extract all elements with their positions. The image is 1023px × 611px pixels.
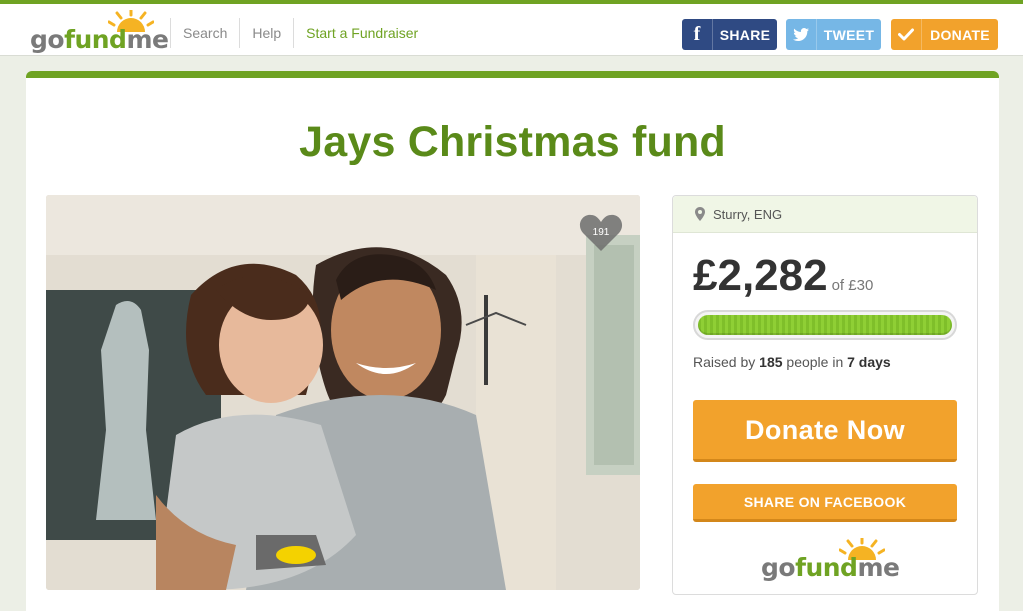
location-text: Sturry, ENG bbox=[713, 206, 783, 222]
donate-label: DONATE bbox=[930, 26, 990, 43]
checkmark-icon bbox=[891, 19, 922, 50]
facebook-icon: f bbox=[682, 19, 713, 50]
goal-amount: of £30 bbox=[831, 277, 874, 294]
logo-wordmark: gofundme bbox=[761, 553, 900, 582]
amount-raised: £2,282 of £30 bbox=[693, 254, 873, 298]
nav-start-fundraiser[interactable]: Start a Fundraiser bbox=[293, 18, 430, 48]
gofundme-logo-bottom: gofundme bbox=[761, 538, 900, 584]
nav-search[interactable]: Search bbox=[170, 18, 239, 48]
progress-bar bbox=[693, 310, 957, 340]
share-label: SHARE bbox=[719, 26, 771, 43]
heart-count: 191 bbox=[592, 227, 610, 238]
donation-sidebar: Sturry, ENG £2,282 of £30 Raised by 185 … bbox=[672, 195, 978, 595]
donation-stats: Raised by 185 people in 7 days bbox=[693, 354, 891, 370]
map-pin-icon bbox=[695, 207, 705, 221]
progress-bar-fill bbox=[698, 315, 952, 335]
gofundme-logo[interactable]: gofundme bbox=[30, 10, 169, 56]
main-nav: Search Help Start a Fundraiser bbox=[170, 18, 430, 48]
share-on-facebook-button[interactable]: SHARE ON FACEBOOK bbox=[693, 484, 957, 522]
campaign-photo[interactable]: 191 bbox=[46, 195, 640, 590]
days-count: 7 days bbox=[847, 354, 891, 370]
nav-help[interactable]: Help bbox=[239, 18, 293, 48]
tweet-button[interactable]: TWEET bbox=[786, 19, 881, 50]
donor-count: 185 bbox=[759, 354, 783, 370]
header-donate-button[interactable]: DONATE bbox=[891, 19, 998, 50]
logo-wordmark: gofundme bbox=[30, 25, 169, 54]
campaign-title: Jays Christmas fund bbox=[299, 118, 726, 166]
tweet-label: TWEET bbox=[823, 26, 875, 43]
twitter-icon bbox=[786, 19, 817, 50]
location-bar: Sturry, ENG bbox=[673, 196, 977, 233]
facebook-share-button[interactable]: f SHARE bbox=[682, 19, 777, 50]
campaign-card: Jays Christmas fund 191 Sturry, ENG £2,2… bbox=[26, 71, 999, 611]
raised-amount: £2,282 bbox=[693, 251, 828, 300]
top-nav-bar: gofundme Search Help Start a Fundraiser … bbox=[0, 0, 1023, 56]
campaign-photo-illustration bbox=[46, 195, 640, 590]
donate-now-button[interactable]: Donate Now bbox=[693, 400, 957, 462]
